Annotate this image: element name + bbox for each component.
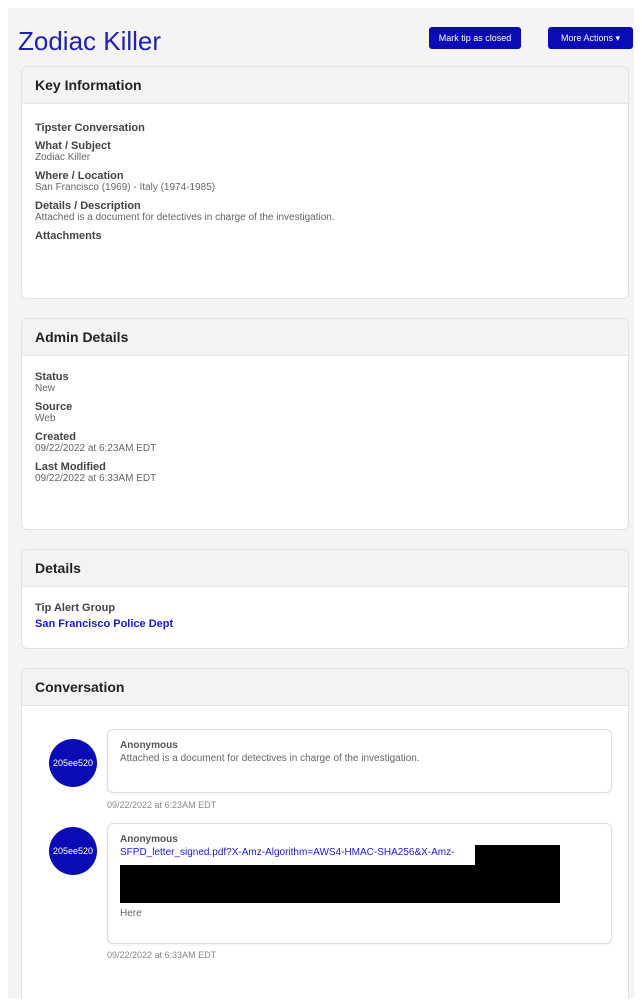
redaction-block — [475, 845, 560, 865]
card-title: Details — [22, 550, 628, 587]
key-information-card: Key Information Tipster Conversation Wha… — [21, 66, 629, 299]
conversation-card: Conversation 205ee520 Anonymous Attached… — [21, 668, 629, 999]
created-value: 09/22/2022 at 6:23AM EDT — [35, 443, 157, 454]
message-author: Anonymous — [120, 834, 178, 845]
details-card: Details Tip Alert Group San Francisco Po… — [21, 549, 629, 649]
last-modified-value: 09/22/2022 at 6:33AM EDT — [35, 473, 157, 484]
status-value: New — [35, 383, 56, 394]
avatar: 205ee520 — [49, 739, 97, 787]
message-text: Here — [120, 908, 142, 919]
status-label: Status — [35, 371, 69, 383]
more-actions-button[interactable]: More Actions ▾ — [548, 27, 633, 49]
page: Zodiac Killer Mark tip as closed More Ac… — [8, 8, 634, 999]
message-text: Attached is a document for detectives in… — [120, 753, 420, 764]
source-value: Web — [35, 413, 56, 424]
where-label: Where / Location — [35, 170, 124, 182]
tipster-conversation-heading: Tipster Conversation — [35, 122, 145, 134]
message-bubble: Anonymous Attached is a document for det… — [107, 729, 612, 793]
attachments-label: Attachments — [35, 230, 102, 242]
what-value: Zodiac Killer — [35, 152, 91, 163]
where-value: San Francisco (1969) - Italy (1974-1985) — [35, 182, 216, 193]
avatar: 205ee520 — [49, 827, 97, 875]
message-author: Anonymous — [120, 740, 178, 751]
source-label: Source — [35, 401, 73, 413]
card-title: Key Information — [22, 67, 628, 104]
tip-alert-group-link[interactable]: San Francisco Police Dept — [35, 618, 173, 630]
details-label: Details / Description — [35, 200, 141, 212]
card-title: Conversation — [22, 669, 628, 706]
message-timestamp: 09/22/2022 at 6:33AM EDT — [107, 950, 217, 960]
created-label: Created — [35, 431, 76, 443]
redaction-block — [120, 865, 560, 903]
message-bubble: Anonymous SFPD_letter_signed.pdf?X-Amz-A… — [107, 823, 612, 944]
card-title: Admin Details — [22, 319, 628, 356]
page-title: Zodiac Killer — [18, 26, 162, 56]
tip-alert-group-label: Tip Alert Group — [35, 602, 116, 614]
attachment-link[interactable]: SFPD_letter_signed.pdf?X-Amz-Algorithm=A… — [120, 847, 454, 858]
admin-details-card: Admin Details Status New Source Web Crea… — [21, 318, 629, 530]
message-timestamp: 09/22/2022 at 6:23AM EDT — [107, 800, 217, 810]
details-value: Attached is a document for detectives in… — [35, 212, 335, 223]
top-bar: Zodiac Killer Mark tip as closed More Ac… — [8, 8, 634, 64]
last-modified-label: Last Modified — [35, 461, 106, 473]
what-label: What / Subject — [35, 140, 111, 152]
mark-closed-button[interactable]: Mark tip as closed — [429, 27, 521, 49]
